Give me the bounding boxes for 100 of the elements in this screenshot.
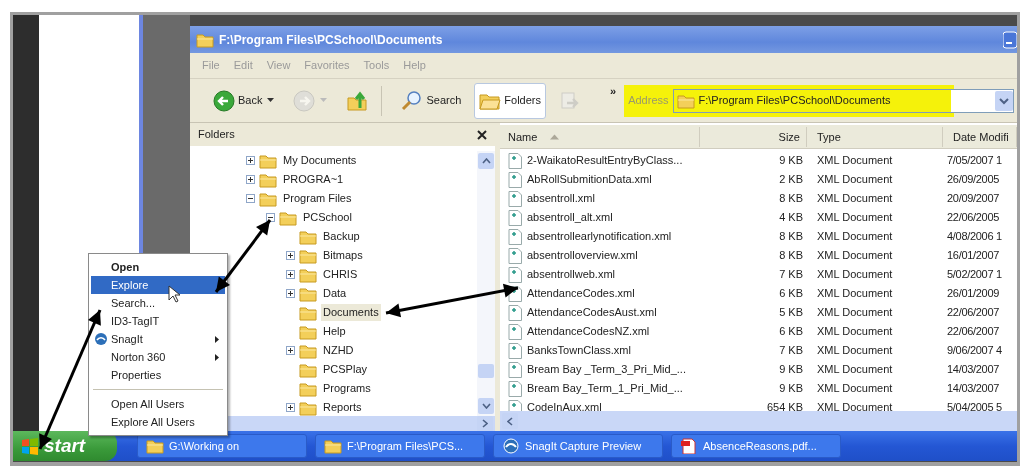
column-header[interactable]: Name [500,126,700,147]
tree-item[interactable]: Reports [321,399,364,416]
xml-file-icon [508,190,522,207]
scroll-right-icon[interactable] [482,419,488,428]
expand-toggle[interactable] [246,194,255,203]
file-type: XML Document [816,381,894,397]
taskbar-button[interactable]: AbsenceReasons.pdf... [671,434,841,458]
column-header[interactable]: Type [807,126,943,147]
expand-toggle[interactable] [266,213,275,222]
scroll-thumb[interactable] [478,364,494,378]
file-type: XML Document [816,153,894,169]
tree-item[interactable]: Bitmaps [321,247,365,264]
scroll-down-icon[interactable] [481,403,491,409]
file-name[interactable]: Bream Bay _Term_3_Pri_Mid_... [527,361,686,378]
file-type: XML Document [816,400,894,411]
file-name[interactable]: absentroll_alt.xml [527,209,613,226]
close-icon[interactable] [477,129,487,140]
expand-toggle[interactable] [286,270,295,279]
file-type: XML Document [816,172,894,188]
file-name[interactable]: 2-WaikatoResultEntryByClass... [527,152,683,169]
taskbar-button[interactable]: F:\Program Files\PCS... [315,434,485,458]
expand-toggle[interactable] [286,289,295,298]
tree-item[interactable]: PCSPlay [321,361,370,378]
expand-toggle[interactable] [286,403,295,412]
file-size: 7 KB [778,267,803,283]
vertical-scrollbar[interactable] [477,151,495,416]
file-size: 6 KB [778,324,803,340]
minimize-icon[interactable] [1003,30,1017,49]
file-name[interactable]: AttendanceCodes.xml [527,285,635,302]
scroll-up-icon[interactable] [481,158,491,164]
file-date: 5/02/2007 1 [946,267,1003,283]
search-button[interactable]: Search [396,82,467,119]
menu-item[interactable]: Search... [91,294,225,312]
file-name[interactable]: CodeInAux.xml [527,399,602,411]
expand-toggle[interactable] [246,175,255,184]
tree-item[interactable]: CHRIS [321,266,360,283]
folders-button[interactable]: Folders [474,82,546,119]
tree-item[interactable]: Help [321,323,348,340]
tree-item[interactable]: Data [321,285,349,302]
up-folder-icon [346,89,369,112]
menu-item[interactable]: SnagIt [91,330,225,348]
column-header[interactable]: Size [700,126,807,147]
file-name[interactable]: absentroll.xml [527,190,595,207]
file-name[interactable]: AttendanceCodesAust.xml [527,304,657,321]
xml-file-icon [508,247,522,264]
folder-icon [299,228,317,245]
caret-icon[interactable] [267,98,275,103]
file-size: 654 KB [765,400,803,411]
menu-item[interactable]: Explore [91,276,225,294]
file-type: XML Document [816,305,894,321]
horizontal-scrollbar[interactable] [500,411,1017,431]
file-name[interactable]: BanksTownClass.xml [527,342,631,359]
expand-toggle[interactable] [286,251,295,260]
xml-file-icon [508,399,522,411]
expand-toggle[interactable] [246,156,255,165]
menu-item[interactable]: Properties [91,366,225,384]
menu-item[interactable]: Open [91,258,225,276]
overflow-chevron[interactable]: » [610,83,617,100]
file-name[interactable]: absentrolloverview.xml [527,247,638,264]
file-name[interactable]: absentrollweb.xml [527,266,616,283]
file-type: XML Document [816,248,894,264]
column-header[interactable]: Date Modifi [943,126,1017,147]
file-size: 9 KB [778,153,803,169]
sync-icon [559,89,581,112]
folder-icon [299,361,317,378]
expand-toggle[interactable] [286,346,295,355]
file-name[interactable]: Bream Bay_Term_1_Pri_Mid_... [527,380,683,397]
tree-item[interactable]: NZHD [321,342,356,359]
folder-icon [299,266,317,283]
tree-item[interactable]: Documents [321,304,381,321]
folder-icon [299,285,317,302]
tree-item[interactable]: PCSchool [301,209,354,226]
menu-item[interactable]: Norton 360 [91,348,225,366]
menu-item[interactable]: Open All Users [91,395,225,413]
taskbar-button[interactable]: SnagIt Capture Preview [493,434,663,458]
address-field[interactable]: F:\Program Files\PCSchool\Documents [672,88,1014,113]
menu-item[interactable]: Explore All Users [91,413,225,431]
file-type: XML Document [816,286,894,302]
tree-item[interactable]: Programs [321,380,373,397]
file-size: 6 KB [778,286,803,302]
folder-icon [146,438,164,454]
file-size: 8 KB [778,229,803,245]
scroll-left-icon[interactable] [507,416,513,426]
tree-item[interactable]: PROGRA~1 [281,171,346,188]
file-name[interactable]: absentrollearlynotification.xml [527,228,672,245]
file-name[interactable]: AbRollSubmitionData.xml [527,171,652,188]
xml-file-icon [508,380,522,397]
back-button[interactable]: Back [208,82,268,119]
file-date: 22/06/2007 [946,305,1001,321]
tree-item[interactable]: My Documents [281,152,359,169]
file-type: XML Document [816,210,894,226]
dropdown-icon[interactable] [995,90,1013,111]
menu-item[interactable]: ID3-TagIT [91,312,225,330]
folder-icon [676,92,695,109]
file-date: 20/09/2007 [946,191,1001,207]
tree-item[interactable]: Backup [321,228,362,245]
taskbar-button[interactable]: G:\Working on [137,434,307,458]
tree-item[interactable]: Program Files [281,190,354,207]
file-name[interactable]: AttendanceCodesNZ.xml [527,323,650,340]
file-size: 4 KB [778,210,803,226]
